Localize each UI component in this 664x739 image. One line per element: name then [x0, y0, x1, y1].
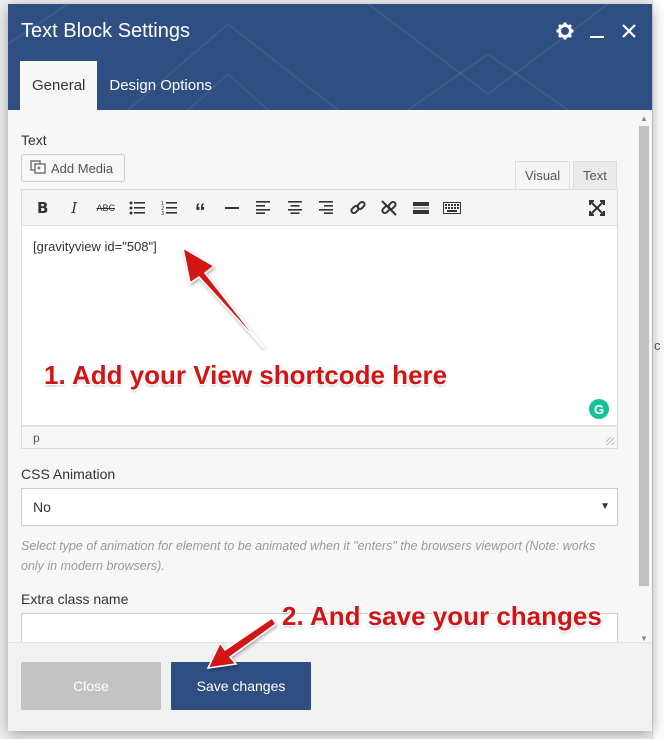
align-left-icon[interactable]	[248, 194, 280, 222]
insert-link-icon[interactable]	[342, 194, 374, 222]
modal-scrollbar[interactable]: ▲ ▼	[638, 114, 650, 644]
css-animation-select[interactable]: No ▼	[21, 488, 618, 526]
read-more-icon[interactable]	[405, 194, 437, 222]
numbered-list-icon[interactable]: 123	[153, 194, 185, 222]
align-center-icon[interactable]	[279, 194, 311, 222]
media-icon	[30, 159, 46, 177]
add-media-button[interactable]: Add Media	[21, 154, 125, 182]
modal-footer: Close Save changes	[8, 642, 652, 731]
align-right-icon[interactable]	[311, 194, 343, 222]
add-media-label: Add Media	[51, 160, 114, 176]
extra-class-label: Extra class name	[21, 591, 129, 607]
text-editor[interactable]: [gravityview id="508"] G	[21, 226, 618, 426]
bullet-list-icon[interactable]	[122, 194, 154, 222]
tab-visual[interactable]: Visual	[515, 161, 571, 189]
background-text-fragment: c	[654, 338, 661, 353]
tab-text[interactable]: Text	[573, 161, 617, 189]
close-icon[interactable]	[620, 22, 638, 40]
horizontal-line-icon[interactable]	[216, 194, 248, 222]
save-changes-button[interactable]: Save changes	[171, 662, 311, 710]
css-animation-help: Select type of animation for element to …	[21, 539, 596, 573]
css-animation-value: No	[33, 499, 51, 515]
strikethrough-icon[interactable]: ABC	[90, 194, 122, 222]
background-scroll-edge	[652, 0, 664, 739]
annotation-step2: 2. And save your changes	[282, 601, 602, 631]
chevron-down-icon: ▼	[600, 501, 610, 512]
minimize-icon[interactable]	[588, 22, 606, 40]
remove-link-icon[interactable]	[374, 194, 406, 222]
italic-icon[interactable]: I	[59, 194, 91, 222]
css-animation-label: CSS Animation	[21, 466, 116, 482]
bold-icon[interactable]: B	[27, 194, 59, 222]
tab-design-options[interactable]: Design Options	[97, 61, 224, 110]
editor-statusbar: p	[21, 426, 618, 449]
editor-content[interactable]: [gravityview id="508"]	[33, 239, 157, 254]
fullscreen-icon[interactable]	[583, 194, 611, 222]
element-path: p	[33, 431, 40, 445]
svg-text:3: 3	[161, 211, 164, 215]
modal-header: Text Block Settings General Design Optio…	[8, 4, 652, 110]
grammarly-icon[interactable]: G	[589, 399, 609, 419]
text-field-label: Text	[21, 132, 47, 148]
blockquote-icon[interactable]: “	[185, 194, 217, 222]
resize-handle[interactable]	[606, 437, 614, 445]
close-button[interactable]: Close	[21, 662, 161, 710]
modal-title: Text Block Settings	[21, 20, 190, 42]
editor-toolbar: B I ABC 123 “	[21, 189, 618, 226]
tab-general[interactable]: General	[20, 61, 98, 110]
gear-icon[interactable]	[556, 22, 574, 40]
annotation-step1: 1. Add your View shortcode here	[44, 360, 448, 390]
scroll-up-icon[interactable]: ▲	[639, 114, 649, 124]
toolbar-toggle-icon[interactable]	[437, 194, 469, 222]
scroll-thumb[interactable]	[639, 126, 649, 586]
